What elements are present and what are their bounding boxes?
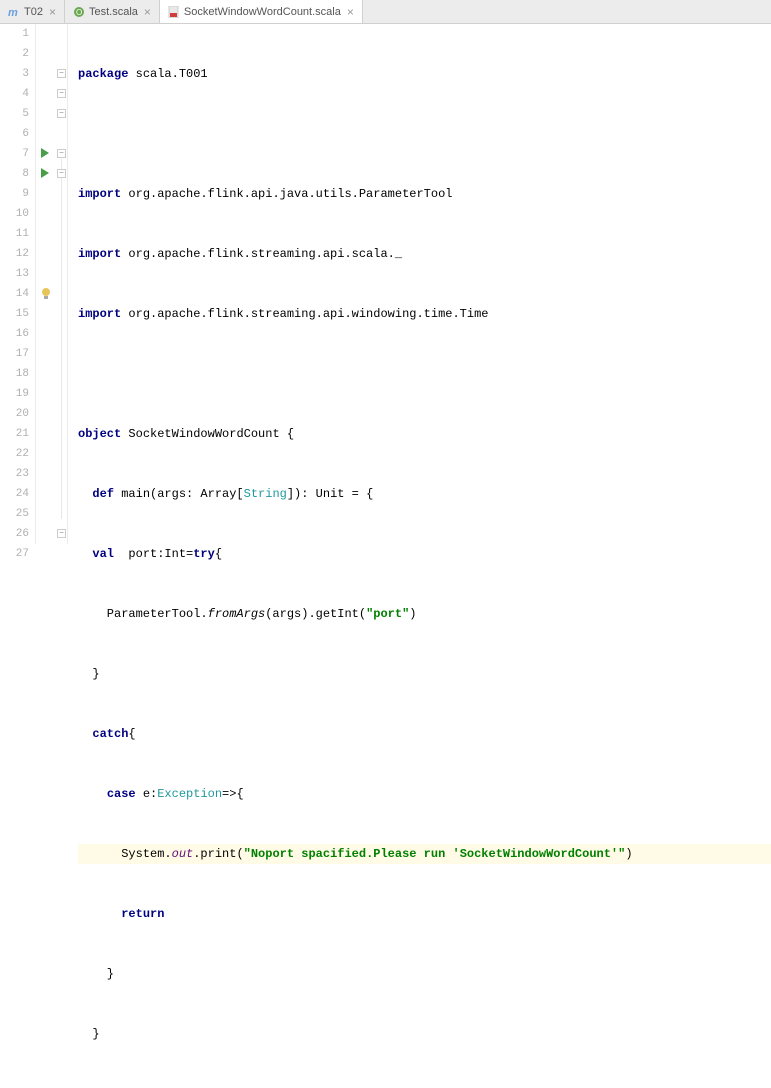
module-icon: m [8,6,20,18]
fold-toggle[interactable]: − [57,149,66,158]
line-number[interactable]: 15 [0,304,29,324]
line-gutter: 1 2 3 4 5 6 7 8 9 10 11 12 13 14 15 16 1… [0,24,36,544]
tab-t02[interactable]: m T02 × [0,0,65,23]
svg-text:O: O [76,8,82,17]
marker-column [36,24,56,544]
code-line [78,124,771,144]
fold-toggle[interactable]: − [57,89,66,98]
line-number[interactable]: 5 [0,104,29,124]
line-number[interactable]: 19 [0,384,29,404]
line-number[interactable]: 6 [0,124,29,144]
fold-toggle[interactable]: − [57,169,66,178]
code-line: import org.apache.flink.streaming.api.sc… [78,244,771,264]
code-line: val env:StreamExecutionEnvironment=Strea… [78,1084,771,1088]
fold-toggle[interactable]: − [57,109,66,118]
fold-column: − − − − − − [56,24,68,544]
close-icon[interactable]: × [49,5,56,19]
code-line: import org.apache.flink.streaming.api.wi… [78,304,771,324]
code-line: case e:Exception=>{ [78,784,771,804]
line-number[interactable]: 4 [0,84,29,104]
line-number[interactable]: 12 [0,244,29,264]
code-line: } [78,1024,771,1044]
run-icon[interactable] [39,167,53,181]
scala-file-icon [168,6,180,18]
scala-object-icon: O [73,6,85,18]
code-line [78,364,771,384]
fold-toggle[interactable]: − [57,529,66,538]
code-line: def main(args: Array[String]): Unit = { [78,484,771,504]
line-number[interactable]: 17 [0,344,29,364]
line-number[interactable]: 25 [0,504,29,524]
tab-label: Test.scala [89,6,138,18]
line-number[interactable]: 8 [0,164,29,184]
tab-label: T02 [24,6,43,18]
editor: 1 2 3 4 5 6 7 8 9 10 11 12 13 14 15 16 1… [0,24,771,544]
run-icon[interactable] [39,147,53,161]
code-line: val port:Int=try{ [78,544,771,564]
close-icon[interactable]: × [144,5,151,19]
line-number[interactable]: 27 [0,544,29,564]
line-number[interactable]: 3 [0,64,29,84]
code-line: } [78,664,771,684]
tab-label: SocketWindowWordCount.scala [184,6,341,18]
code-line: package scala.T001 [78,64,771,84]
code-line: ParameterTool.fromArgs(args).getInt("por… [78,604,771,624]
code-line: catch{ [78,724,771,744]
line-number[interactable]: 18 [0,364,29,384]
tab-socketwindowwordcount[interactable]: SocketWindowWordCount.scala × [160,0,363,23]
line-number[interactable]: 23 [0,464,29,484]
line-number[interactable]: 24 [0,484,29,504]
line-number[interactable]: 9 [0,184,29,204]
code-area[interactable]: package scala.T001 import org.apache.fli… [68,24,771,544]
close-icon[interactable]: × [347,5,354,19]
code-line: object SocketWindowWordCount { [78,424,771,444]
code-line: return [78,904,771,924]
tab-bar: m T02 × O Test.scala × SocketWindowWordC… [0,0,771,24]
fold-line [61,159,62,519]
line-number[interactable]: 7 [0,144,29,164]
line-number[interactable]: 10 [0,204,29,224]
code-line: } [78,964,771,984]
line-number[interactable]: 2 [0,44,29,64]
bulb-icon[interactable] [39,286,53,300]
line-number[interactable]: 13 [0,264,29,284]
tab-test[interactable]: O Test.scala × [65,0,160,23]
code-line: import org.apache.flink.api.java.utils.P… [78,184,771,204]
line-number[interactable]: 20 [0,404,29,424]
line-number[interactable]: 21 [0,424,29,444]
fold-toggle[interactable]: − [57,69,66,78]
line-number[interactable]: 14 [0,284,29,304]
line-number[interactable]: 26 [0,524,29,544]
code-line: System.out.print("Noport spacified.Pleas… [78,844,771,864]
line-number[interactable]: 11 [0,224,29,244]
svg-text:m: m [8,7,18,18]
line-number[interactable]: 22 [0,444,29,464]
line-number[interactable]: 16 [0,324,29,344]
line-number[interactable]: 1 [0,24,29,44]
